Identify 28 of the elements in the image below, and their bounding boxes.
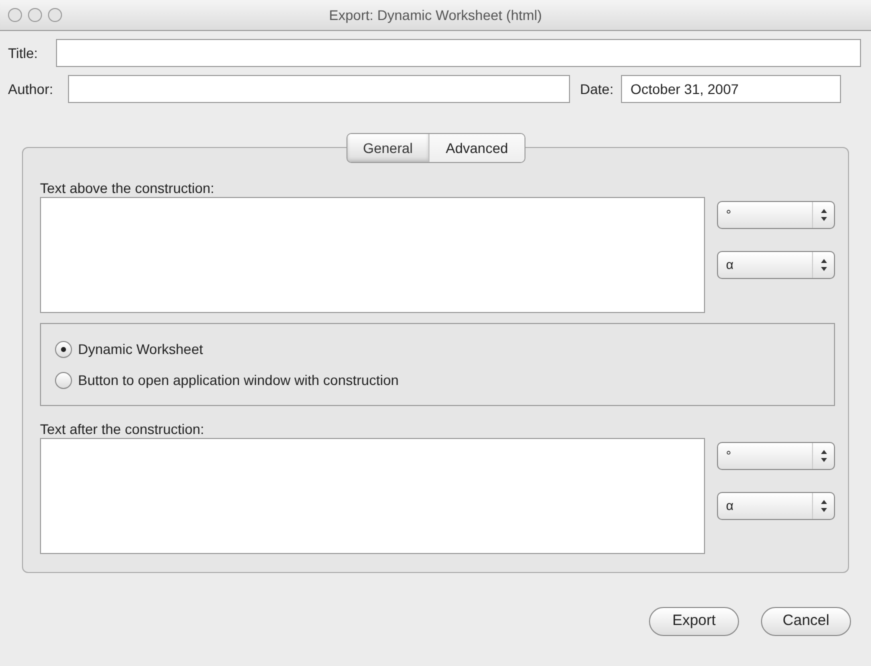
- dialog-button[interactable]: Cancel: [761, 607, 851, 636]
- symbol-dropdown[interactable]: α: [717, 492, 835, 520]
- text-field[interactable]: [68, 75, 570, 103]
- field-label: Date:: [580, 80, 614, 98]
- symbol-dropdown[interactable]: °: [717, 201, 835, 229]
- dialog-button[interactable]: Export: [649, 607, 739, 636]
- text-area[interactable]: [40, 438, 705, 554]
- text-field[interactable]: [56, 39, 861, 67]
- stepper-arrows-icon: [820, 449, 828, 463]
- radio-option[interactable]: Dynamic Worksheet: [55, 338, 834, 360]
- field-label: Title:: [8, 44, 39, 62]
- field-label: Author:: [8, 80, 54, 98]
- symbol-dropdown[interactable]: °: [717, 442, 835, 470]
- stepper-arrows-icon: [820, 499, 828, 513]
- tab[interactable]: Advanced: [428, 134, 524, 162]
- window-title: Export: Dynamic Worksheet (html): [329, 6, 542, 25]
- text-area[interactable]: [40, 197, 705, 313]
- stepper-arrows-icon: [820, 258, 828, 272]
- window-control-button[interactable]: [8, 8, 22, 22]
- window-control-button[interactable]: [48, 8, 62, 22]
- tab[interactable]: General: [346, 134, 429, 162]
- text-field[interactable]: October 31, 2007: [621, 75, 842, 103]
- section-label: Text above the construction:: [40, 179, 216, 197]
- symbol-dropdown[interactable]: α: [717, 251, 835, 279]
- window-control-button[interactable]: [28, 8, 42, 22]
- stepper-arrows-icon: [820, 208, 828, 222]
- radio-option[interactable]: Button to open application window with construction: [55, 370, 834, 390]
- section-label: Text after the construction:: [40, 420, 206, 438]
